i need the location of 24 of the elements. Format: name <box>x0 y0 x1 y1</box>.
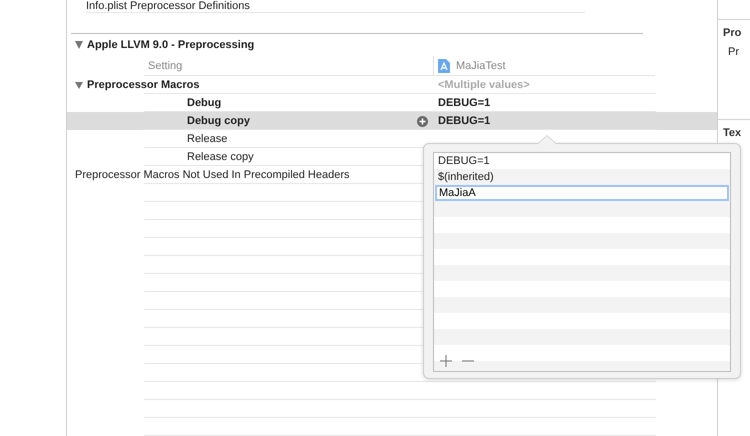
input-field[interactable]: MaJiaA <box>435 185 729 201</box>
setting-value: DEBUG=1 <box>438 97 490 109</box>
inspector-label: Pr <box>727 46 740 58</box>
setting-name: Preprocessor Macros <box>87 79 200 91</box>
inspector-heading: Tex <box>723 127 742 139</box>
section-title: Apple LLVM 9.0 - Preprocessing <box>87 39 254 51</box>
column-header[interactable]: MaJiaTest <box>456 60 506 72</box>
list-item[interactable]: $(inherited) <box>435 171 494 183</box>
configuration-name: Release copy <box>187 151 254 163</box>
configuration-name: Debug <box>187 97 222 109</box>
configuration-name: Debug copy <box>187 115 250 127</box>
inspector-heading: Pro <box>723 27 742 39</box>
setting-label: Info.plist Preprocessor Definitions <box>86 0 250 12</box>
setting-value: DEBUG=1 <box>438 115 490 127</box>
configuration-name: Release <box>187 133 228 145</box>
list-item[interactable]: DEBUG=1 <box>435 155 490 167</box>
column-header[interactable]: Setting <box>148 60 182 72</box>
selected-row[interactable]: Debug copy DEBUG=1 <box>67 112 717 130</box>
disclosure-triangle-icon[interactable] <box>75 41 83 49</box>
setting-value: <Multiple values> <box>438 79 530 91</box>
add-icon[interactable] <box>440 355 452 367</box>
setting-name: Preprocessor Macros Not Used In Precompiled Headers <box>75 169 350 181</box>
add-circle-icon[interactable] <box>417 116 428 126</box>
project-file-icon <box>438 58 450 72</box>
